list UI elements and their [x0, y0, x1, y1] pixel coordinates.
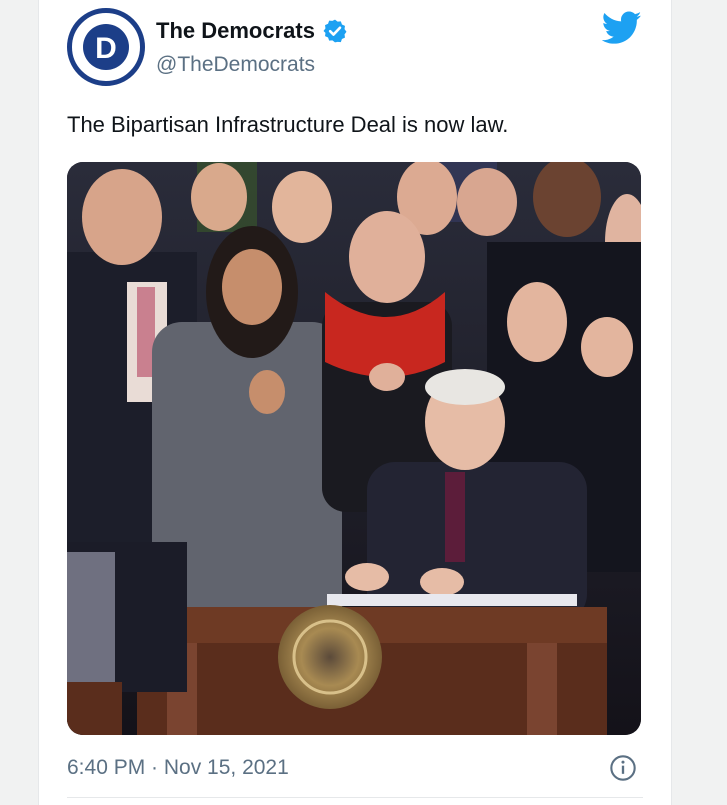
- twitter-bird-icon[interactable]: [602, 10, 642, 46]
- author-display-name[interactable]: The Democrats: [156, 18, 315, 44]
- avatar-letter: D: [95, 32, 117, 65]
- tweet-text: The Bipartisan Infrastructure Deal is no…: [67, 112, 509, 137]
- author-name-row[interactable]: The Democrats: [156, 18, 348, 44]
- bill-signing-photo: [67, 162, 641, 735]
- tweet-photo[interactable]: [67, 162, 641, 735]
- info-icon[interactable]: [609, 754, 637, 782]
- verified-badge-icon: [323, 19, 347, 43]
- party-logo: D: [83, 24, 129, 70]
- profile-avatar[interactable]: D: [67, 8, 145, 86]
- author-handle[interactable]: @TheDemocrats: [156, 53, 315, 77]
- tweet-card[interactable]: D The Democrats @TheDemocrats The Bipart…: [38, 0, 672, 805]
- divider: [67, 797, 643, 798]
- tweet-timestamp[interactable]: 6:40 PM · Nov 15, 2021: [67, 756, 289, 780]
